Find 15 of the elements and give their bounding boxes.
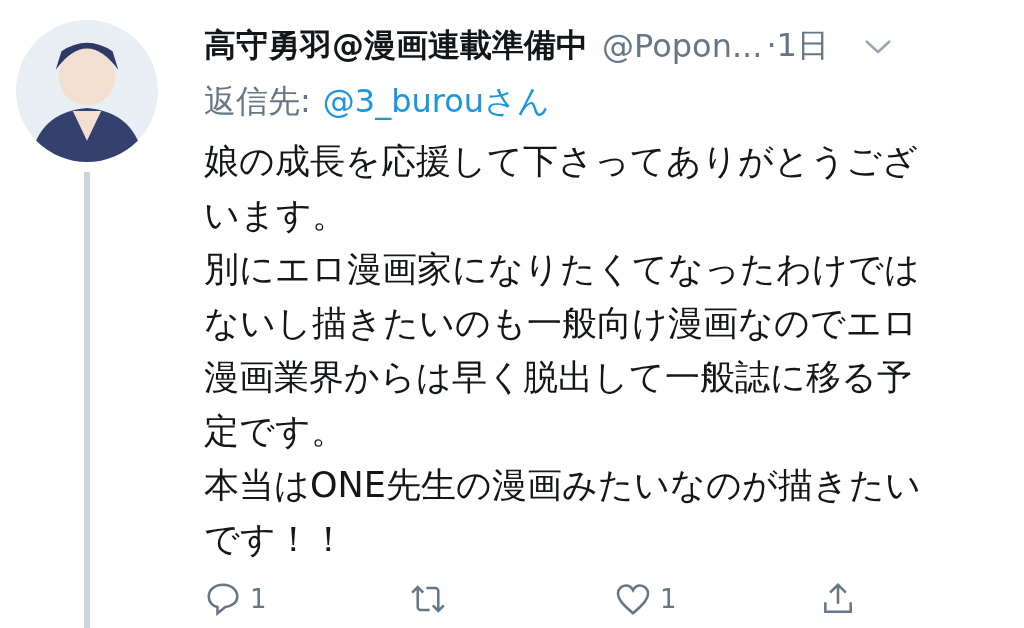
- reply-to-label: 返信先:: [204, 81, 311, 122]
- tweet-text-line: ないし描きたいのも一般向け漫画なのでエロ: [204, 302, 919, 345]
- reply-to-link[interactable]: @3_burouさん: [322, 80, 551, 124]
- tweet-text-line: います。: [204, 194, 348, 237]
- tweet-time: ·1日: [766, 25, 829, 66]
- author-name[interactable]: 高守勇羽@漫画連載準備中: [204, 24, 588, 68]
- reply-button[interactable]: 1: [204, 580, 409, 618]
- like-button[interactable]: 1: [614, 580, 819, 618]
- tweet-text-line: です！！: [204, 518, 347, 561]
- tweet-text-line: 漫画業界からは早く脱出して一般誌に移る予: [204, 356, 913, 399]
- tweet-text-line: 娘の成長を応援して下さってありがとうござ: [204, 140, 919, 183]
- author-handle[interactable]: @Popon...: [602, 27, 763, 65]
- tweet-text-line: 本当はONE先生の漫画みたいなのが描きたい: [204, 464, 922, 507]
- tweet-text-line: 別にエロ漫画家になりたくてなったわけでは: [204, 248, 921, 291]
- tweet-text-line: 定です。: [204, 410, 347, 453]
